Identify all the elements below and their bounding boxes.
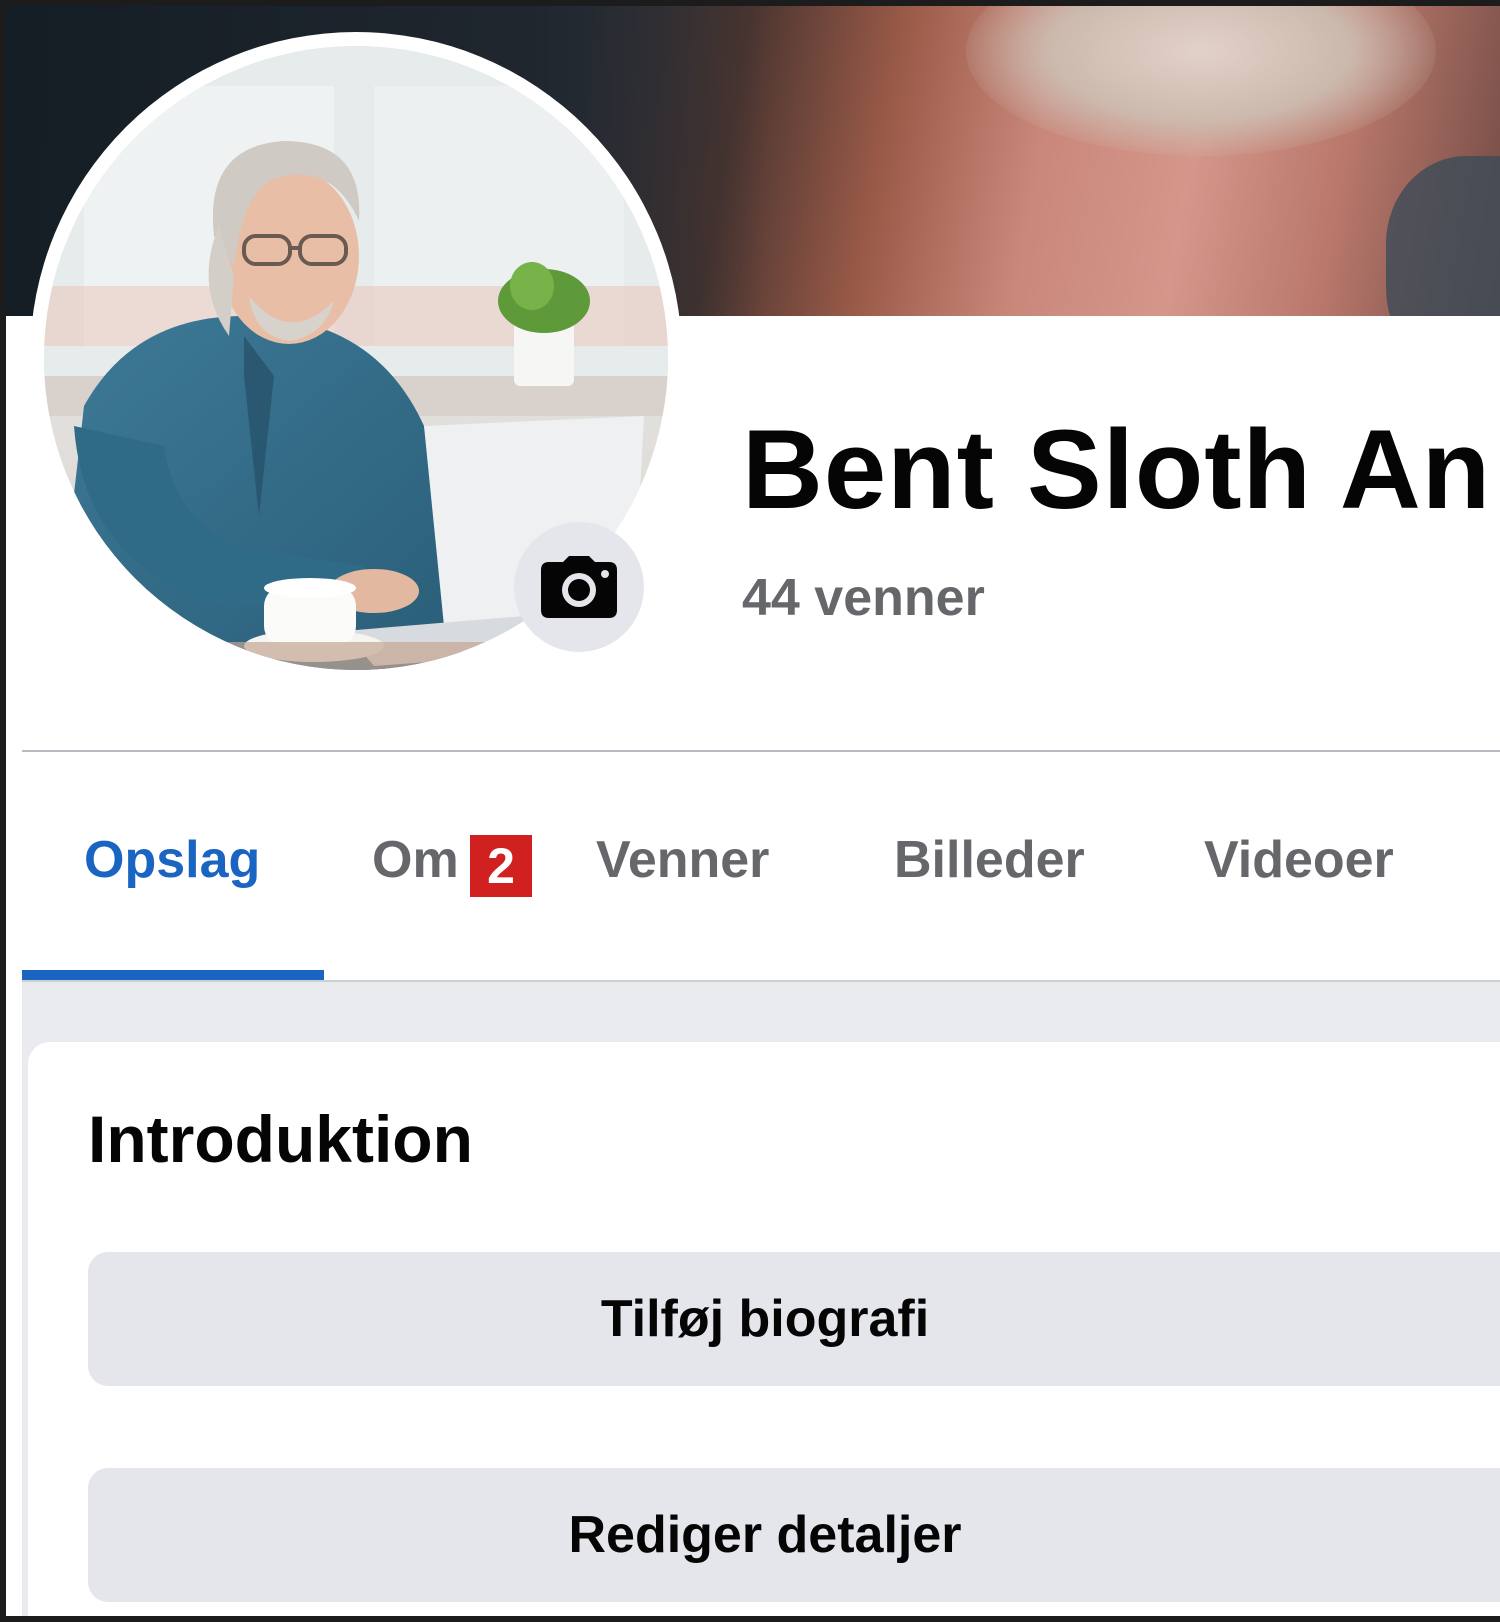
tab-om[interactable]: Om xyxy=(372,834,459,886)
profile-tabs: Opslag Om Venner Billeder Videoer xyxy=(22,752,1500,982)
tab-opslag[interactable]: Opslag xyxy=(84,834,260,886)
tab-venner[interactable]: Venner xyxy=(596,834,769,886)
callout-number-badge: 2 xyxy=(470,835,532,897)
add-bio-button[interactable]: Tilføj biografi xyxy=(88,1252,1500,1386)
tab-billeder[interactable]: Billeder xyxy=(894,834,1085,886)
edit-details-button[interactable]: Rediger detaljer xyxy=(88,1468,1500,1602)
camera-icon xyxy=(541,556,617,618)
cover-face-detail xyxy=(966,6,1436,156)
add-bio-label: Tilføj biografi xyxy=(600,1290,930,1348)
intro-title: Introduktion xyxy=(88,1102,473,1176)
change-profile-picture-button[interactable] xyxy=(514,522,644,652)
friends-count-link[interactable]: 44 venner xyxy=(742,572,985,624)
tab-videoer[interactable]: Videoer xyxy=(1204,834,1394,886)
active-tab-indicator xyxy=(22,970,324,980)
profile-page: Bent Sloth An 44 venner Opslag Om Venner… xyxy=(0,0,1500,1622)
cover-shoulder-detail xyxy=(1386,156,1500,316)
profile-name: Bent Sloth An xyxy=(742,407,1492,532)
edit-details-label: Rediger detaljer xyxy=(568,1506,962,1564)
